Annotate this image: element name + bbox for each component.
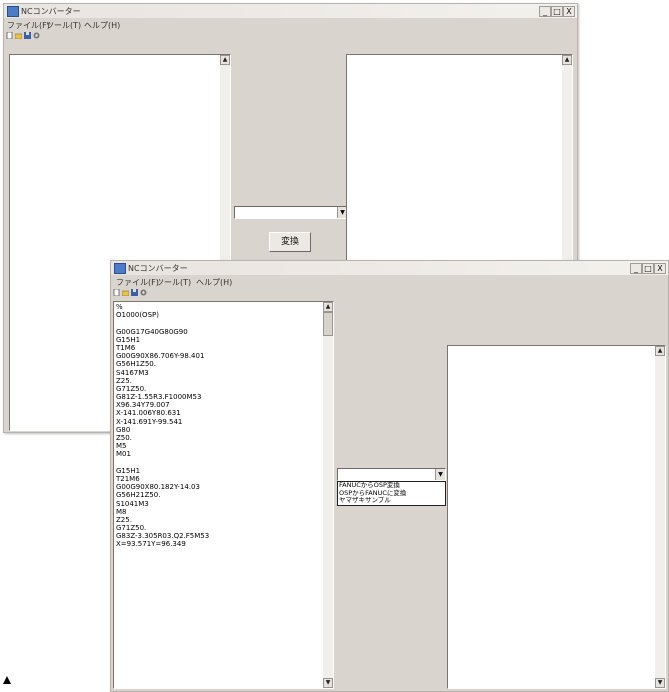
app-icon — [114, 263, 126, 274]
menu-help[interactable]: ヘルプ(H) — [84, 20, 120, 31]
conversion-dropdown-list: FANUCからOSP変換 OSPからFANUCに変換 ヤマザキサンプル — [337, 481, 446, 506]
menu-file[interactable]: ファイル(F) — [7, 20, 50, 31]
settings-icon[interactable] — [140, 289, 147, 296]
code-line: G15H1 — [116, 466, 141, 475]
code-line: G56H21Z50. — [116, 491, 161, 500]
code-line: G00G90X80.182Y-14.03 — [116, 483, 200, 492]
code-line: G56H1Z50. — [116, 360, 156, 369]
close-button[interactable]: X — [563, 6, 575, 17]
combo-arrow-icon[interactable]: ▼ — [435, 469, 445, 480]
code-line: G83Z-3.305R03.Q2.F5M53 — [116, 532, 210, 541]
output-scrollbar[interactable]: ▲ ▼ — [655, 346, 665, 688]
code-line: M8 — [116, 507, 127, 516]
code-line: X-141.691Y-99.541 — [116, 417, 183, 426]
scroll-down-button[interactable]: ▼ — [655, 678, 665, 688]
scroll-thumb[interactable] — [323, 312, 333, 336]
code-line: G71Z50. — [116, 384, 147, 393]
code-line: M01 — [116, 450, 131, 459]
code-line: Z25. — [116, 515, 132, 524]
save-icon[interactable] — [131, 289, 138, 296]
dropdown-option[interactable]: ヤマザキサンプル — [339, 496, 444, 505]
code-line: G71Z50. — [116, 524, 147, 533]
code-line: T21M6 — [116, 474, 140, 483]
code-line: Z50. — [116, 434, 132, 442]
menu-tool[interactable]: ツール(T) — [156, 277, 191, 288]
open-folder-icon[interactable] — [122, 289, 129, 296]
open-folder-icon[interactable] — [15, 32, 22, 39]
minimize-button[interactable]: _ — [539, 6, 551, 17]
menu-bar: ファイル(F) ツール(T) ヘルプ(H) — [111, 276, 668, 288]
code-line: X=93.571Y=96.349 — [116, 540, 186, 549]
scroll-up-button[interactable]: ▲ — [323, 302, 333, 312]
code-line: X96.34Y79.007 — [116, 401, 170, 410]
cursor-icon — [3, 676, 11, 684]
app-icon — [7, 6, 19, 17]
close-button[interactable]: X — [654, 263, 666, 274]
input-text-area[interactable]: % O1000(OSP) G00G17G40G80G90 G15H1 T1M6 G00G9… — [113, 301, 334, 689]
window-title: NCコンバーター — [21, 7, 81, 16]
menu-bar: ファイル(F) ツール(T) ヘルプ(H) — [4, 19, 577, 31]
title-bar[interactable]: NCコンバーター _ □ X — [4, 4, 577, 18]
code-line: G80 — [116, 425, 131, 434]
window-title: NCコンバーター — [128, 264, 188, 273]
code-line: Z25. — [116, 376, 132, 385]
title-bar[interactable]: NCコンバーター _ □ X — [111, 261, 668, 275]
code-line: O1000(OSP) — [116, 311, 159, 320]
convert-button[interactable]: 変換 — [269, 232, 311, 252]
maximize-button[interactable]: □ — [551, 6, 563, 17]
scroll-up-button[interactable]: ▲ — [562, 55, 572, 65]
maximize-button[interactable]: □ — [642, 263, 654, 274]
main-window-front: NCコンバーター _ □ X ファイル(F) ツール(T) ヘルプ(H) % O1… — [110, 260, 669, 692]
menu-tool[interactable]: ツール(T) — [46, 20, 81, 31]
code-line: G00G17G40G80G90 — [116, 327, 188, 336]
conversion-select[interactable]: ▼ — [234, 206, 348, 219]
code-line: % — [116, 303, 123, 311]
code-line: G00G90X86.706Y-98.401 — [116, 352, 205, 361]
code-line: X-141.006Y80.631 — [116, 409, 181, 418]
code-line: S1041M3 — [116, 499, 149, 508]
code-line: M5 — [116, 442, 127, 451]
code-line: T1M6 — [116, 343, 136, 352]
input-scrollbar[interactable]: ▲ ▼ — [323, 302, 333, 688]
scroll-up-button[interactable]: ▲ — [655, 346, 665, 356]
save-icon[interactable] — [24, 32, 31, 39]
menu-file[interactable]: ファイル(F) — [116, 277, 159, 288]
code-line: S4167M3 — [116, 368, 149, 377]
conversion-select[interactable]: ▼ — [337, 468, 446, 481]
minimize-button[interactable]: _ — [630, 263, 642, 274]
menu-help[interactable]: ヘルプ(H) — [196, 277, 232, 288]
scroll-up-button[interactable]: ▲ — [220, 55, 230, 65]
code-line: G15H1 — [116, 335, 141, 344]
scroll-down-button[interactable]: ▼ — [323, 678, 333, 688]
code-line: G81Z-1.55R3.F1000M53 — [116, 393, 202, 402]
output-text-area[interactable]: ▲ ▼ — [447, 345, 666, 689]
nc-code-lines: % O1000(OSP) G00G17G40G80G90 G15H1 T1M6 G00G9… — [116, 303, 321, 549]
new-file-icon[interactable] — [6, 32, 13, 39]
settings-icon[interactable] — [33, 32, 40, 39]
new-file-icon[interactable] — [113, 289, 120, 296]
